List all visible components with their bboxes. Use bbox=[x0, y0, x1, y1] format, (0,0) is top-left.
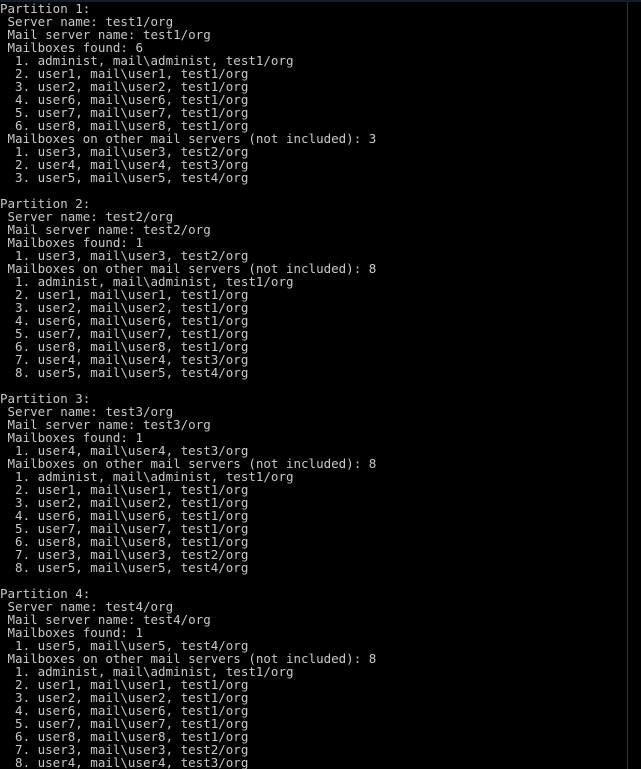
other-server-mailbox-entry: 8. user5, mail\user5, test4/org bbox=[0, 560, 249, 575]
other-server-mailbox-entry: 8. user4, mail\user4, test3/org bbox=[0, 755, 249, 769]
other-server-mailbox-entry: 8. user5, mail\user5, test4/org bbox=[0, 365, 249, 380]
other-server-mailbox-entry: 3. user5, mail\user5, test4/org bbox=[0, 170, 249, 185]
console-output-text: Partition 1: Server name: test1/org Mail… bbox=[0, 2, 376, 769]
window-right-edge bbox=[627, 2, 628, 769]
console-window[interactable]: Partition 1: Server name: test1/org Mail… bbox=[0, 0, 641, 769]
